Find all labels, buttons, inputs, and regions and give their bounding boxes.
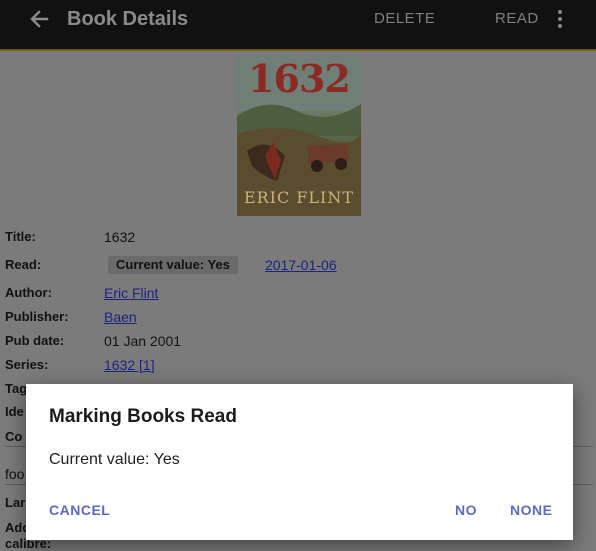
- book-cover[interactable]: 1632 ERIC FLINT: [237, 56, 361, 216]
- page-title: Book Details: [67, 8, 189, 30]
- title-value: 1632: [104, 229, 136, 245]
- author-link[interactable]: Eric Flint: [104, 285, 158, 301]
- no-button[interactable]: NO: [455, 502, 477, 518]
- cover-author: ERIC FLINT: [243, 188, 355, 207]
- identifiers-label: Ide: [5, 404, 24, 419]
- dialog-title: Marking Books Read: [49, 406, 237, 427]
- more-vert-icon[interactable]: [553, 9, 567, 29]
- pubdate-label: Pub date:: [5, 333, 65, 348]
- tags-label: Tag: [5, 381, 28, 396]
- series-label: Series:: [5, 357, 49, 372]
- languages-label: Lar: [5, 495, 26, 510]
- none-button[interactable]: NONE: [510, 502, 552, 518]
- cover-title: 1632: [248, 56, 351, 101]
- read-status-chip[interactable]: Current value: Yes: [108, 256, 238, 274]
- publisher-link[interactable]: Baen: [104, 309, 137, 325]
- mark-read-dialog: Marking Books Read Current value: Yes CA…: [26, 384, 573, 540]
- title-label: Title:: [5, 229, 36, 244]
- cancel-button[interactable]: CANCEL: [49, 502, 110, 518]
- dialog-message: Current value: Yes: [49, 451, 180, 468]
- comments-value: foo: [5, 466, 25, 482]
- publisher-label: Publisher:: [5, 309, 69, 324]
- read-button[interactable]: READ: [495, 10, 539, 27]
- app-bar: Book Details DELETE READ: [0, 0, 596, 51]
- arrow-back-icon[interactable]: [27, 8, 53, 30]
- pubdate-value: 01 Jan 2001: [104, 333, 182, 349]
- read-label: Read:: [5, 257, 42, 272]
- comments-label: Co: [5, 429, 23, 444]
- author-label: Author:: [5, 285, 52, 300]
- delete-button[interactable]: DELETE: [374, 10, 435, 27]
- read-date-link[interactable]: 2017-01-06: [265, 257, 337, 273]
- series-link[interactable]: 1632 [1]: [104, 357, 155, 373]
